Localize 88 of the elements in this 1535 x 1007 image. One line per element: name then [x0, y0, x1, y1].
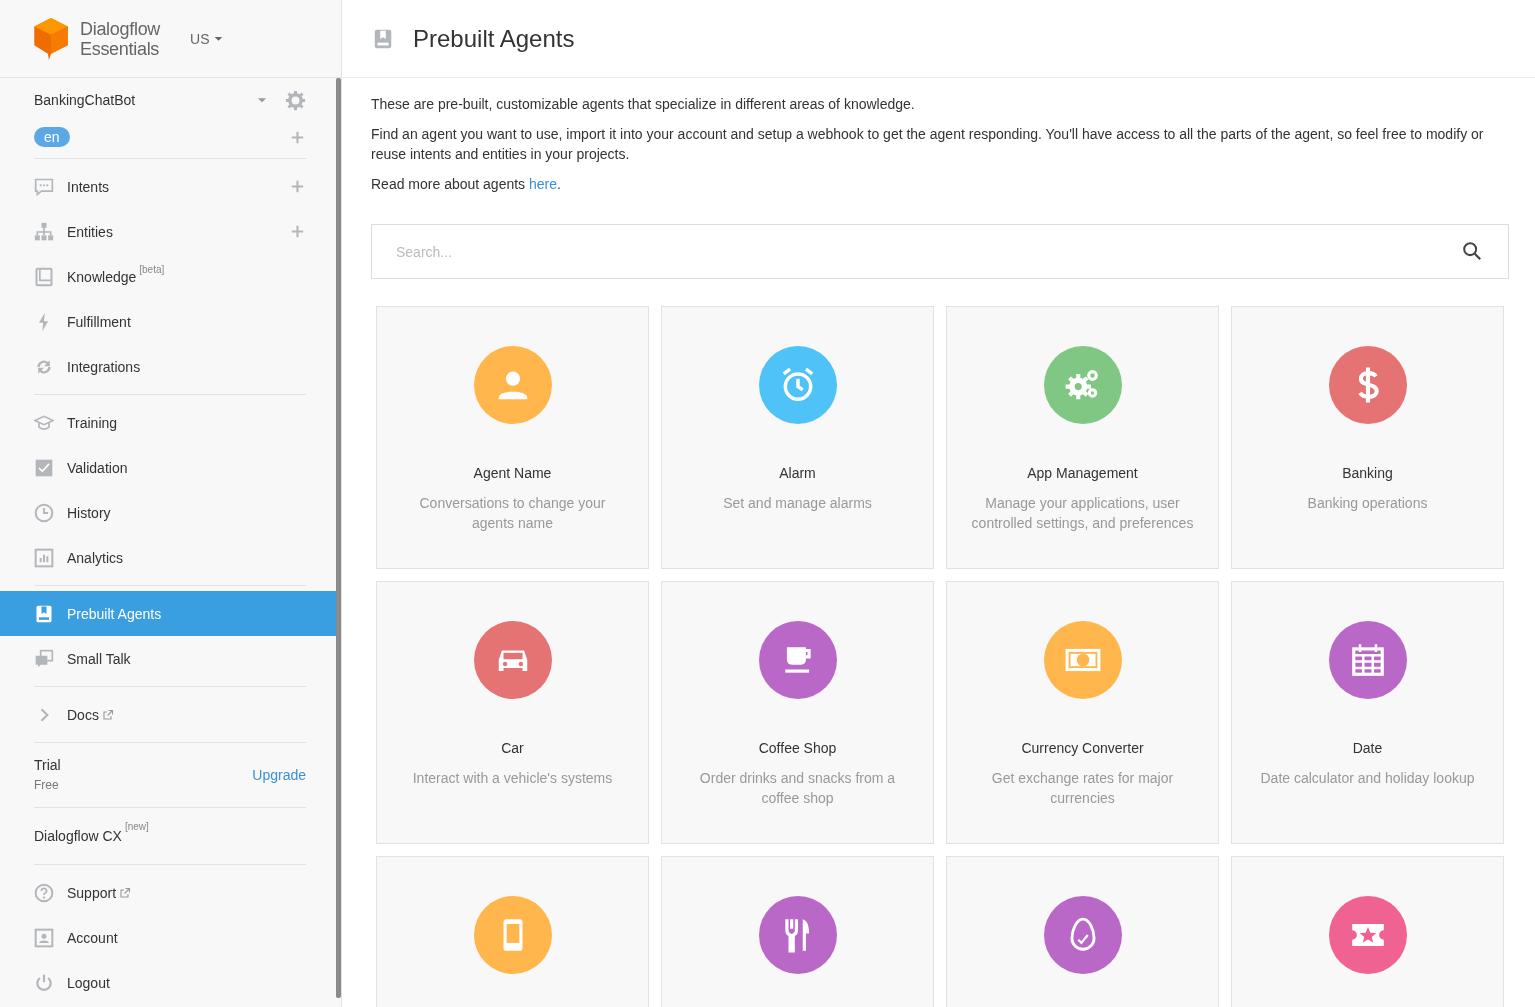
- agent-description: Set and manage alarms: [723, 494, 872, 513]
- power-icon: [34, 972, 54, 993]
- nav-label: Fulfillment: [67, 313, 131, 330]
- nav-item[interactable]: Small Talk: [0, 636, 336, 681]
- agent-description: Order drinks and snacks from a coffee shop: [698, 769, 897, 808]
- agent-title: App Management: [1027, 464, 1138, 483]
- agent-description: Manage your applications, user controlled settings, and preferences: [970, 494, 1195, 533]
- nav-label: Knowledge: [67, 268, 137, 285]
- nav-label: Intents: [67, 178, 110, 195]
- nav-item[interactable]: Support: [0, 870, 336, 915]
- agent-description: Banking operations: [1307, 494, 1428, 513]
- agent-description: Interact with a vehicle's systems: [412, 769, 613, 788]
- nav-item[interactable]: Docs: [0, 692, 336, 737]
- agent-title: Alarm: [779, 464, 816, 483]
- person-icon: [34, 927, 54, 948]
- chat-windows-icon: [34, 648, 54, 669]
- nav-item[interactable]: Intents: [0, 164, 336, 209]
- nav-item[interactable]: Fulfillment: [0, 299, 336, 344]
- nav-label: Prebuilt Agents: [67, 605, 162, 622]
- agent-description: Date calculator and holiday lookup: [1260, 769, 1475, 788]
- product-link[interactable]: Dialogflow CX: [34, 828, 122, 844]
- settings-icon: [285, 89, 306, 111]
- agent-title: Date: [1352, 739, 1383, 758]
- agent-title: Car: [501, 739, 524, 758]
- plus-icon: [289, 178, 306, 195]
- nav-label: Logout: [67, 974, 110, 991]
- nav-label: Support: [67, 884, 117, 901]
- beta-tag: [beta]: [139, 264, 165, 275]
- agent-card[interactable]: App Management Manage your applications, user controlled settings, and preferences: [946, 306, 1219, 569]
- nav-item[interactable]: Analytics: [0, 535, 336, 580]
- plan-name: Trial: [34, 756, 62, 775]
- nav-item[interactable]: Knowledge [beta]: [0, 254, 336, 299]
- nav-item[interactable]: Training: [0, 400, 336, 445]
- help-icon: [34, 882, 54, 903]
- checkbox-icon: [34, 457, 54, 478]
- search-field[interactable]: Search...: [371, 224, 1509, 279]
- search-icon[interactable]: [1461, 240, 1483, 262]
- plus-icon: [289, 223, 306, 240]
- nav-item[interactable]: Entities: [0, 209, 336, 254]
- nav-label: Integrations: [67, 358, 141, 375]
- book-icon: [34, 603, 54, 624]
- brand-name: Essentials: [80, 38, 160, 59]
- new-tag: [new]: [124, 821, 149, 832]
- settings-button[interactable]: [285, 89, 306, 111]
- agent-card[interactable]: Date Date calculator and holiday lookup: [1231, 581, 1504, 844]
- agent-card[interactable]: Coffee Shop Order drinks and snacks from a coffee shop: [661, 581, 934, 844]
- agent-description: Get exchange rates for major currencies: [990, 769, 1175, 808]
- nav-label: Validation: [67, 459, 128, 476]
- scrollbar[interactable]: [336, 78, 341, 998]
- agent-title: Banking: [1342, 464, 1393, 483]
- agent-title: Agent Name: [473, 464, 552, 483]
- nav-item[interactable]: Account: [0, 915, 336, 960]
- agent-card[interactable]: Currency Converter Get exchange rates for major currencies: [946, 581, 1219, 844]
- agent-description: Conversations to change your agents name: [418, 494, 607, 533]
- agent-title: Coffee Shop: [758, 739, 837, 758]
- here-link[interactable]: here: [529, 176, 558, 192]
- page-title: Prebuilt Agents: [413, 24, 575, 53]
- book-icon: [372, 27, 394, 50]
- nav-item[interactable]: History: [0, 490, 336, 535]
- intro-text: Find an agent you want to use, import it into your account and setup a webhook to get the agent responding. You'll have access to all the parts of the agent, so feel free to modify or reuse intents and entities in your projects.: [371, 125, 1485, 164]
- book-icon: [34, 266, 54, 287]
- nav-label: Entities: [67, 223, 113, 240]
- intro-text: Read more about agents here.: [371, 175, 562, 194]
- agent-card[interactable]: Banking Banking operations: [1231, 306, 1504, 569]
- brand-name: Dialogflow: [80, 18, 161, 39]
- clock-icon: [34, 502, 54, 523]
- plan-price-label: Free: [34, 777, 60, 794]
- nav-label: Docs: [67, 706, 99, 723]
- add-button[interactable]: [289, 178, 306, 195]
- agent-card[interactable]: Alarm Set and manage alarms: [661, 306, 934, 569]
- nav-label: Account: [67, 929, 118, 946]
- chat-icon: [34, 176, 54, 197]
- agent-name: BankingChatBot: [34, 92, 137, 108]
- agent-card[interactable]: Car Interact with a vehicle's systems: [376, 581, 649, 844]
- nav-label: Small Talk: [67, 650, 131, 667]
- add-button[interactable]: [289, 223, 306, 240]
- nav-label: Training: [67, 414, 118, 431]
- intro-text: These are pre-built, customizable agents that specialize in different areas of knowledge.: [371, 95, 916, 114]
- agent-card[interactable]: Agent Name Conversations to change your agents name: [376, 306, 649, 569]
- nav-item[interactable]: Logout: [0, 960, 336, 1005]
- agent-title: Currency Converter: [1021, 739, 1144, 758]
- nav-item[interactable]: Validation: [0, 445, 336, 490]
- hierarchy-icon: [34, 221, 54, 242]
- bar-chart-icon: [34, 547, 54, 568]
- region-dropdown[interactable]: US: [190, 30, 225, 47]
- nav-label: Analytics: [67, 549, 124, 566]
- nav-item[interactable]: Integrations: [0, 344, 336, 389]
- nav-label: History: [67, 504, 111, 521]
